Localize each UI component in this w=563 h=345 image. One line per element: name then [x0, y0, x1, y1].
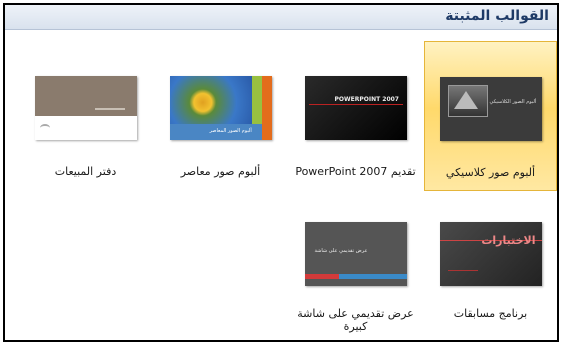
section-header: القوالب المثبتة: [5, 5, 557, 30]
thumb-text: الاختبارات: [481, 234, 536, 247]
template-widescreen-presentation[interactable]: عرض تقديمي على شاشة عرض تقديمي على شاشة …: [289, 207, 422, 340]
thumb-text: POWERPOINT 2007: [334, 96, 399, 103]
template-caption: ألبوم صور معاصر: [180, 165, 261, 178]
section-title: القوالب المثبتة: [445, 8, 549, 24]
thumb-text: ألبوم الصور المعاصر: [209, 128, 252, 134]
template-caption: تقديم PowerPoint 2007: [295, 165, 416, 178]
template-powerpoint-2007[interactable]: POWERPOINT 2007 تقديم PowerPoint 2007: [289, 41, 422, 191]
template-caption: دفتر المبيعات: [54, 165, 117, 178]
thumb-text: ألبوم الصور الكلاسيكي: [489, 99, 537, 105]
template-caption: عرض تقديمي على شاشة كبيرة: [297, 307, 414, 333]
template-thumbnail: الاختبارات: [439, 222, 542, 286]
template-thumbnail: ألبوم الصور الكلاسيكي: [439, 77, 542, 141]
template-contemporary-photo-album[interactable]: ألبوم الصور المعاصر ألبوم صور معاصر: [154, 41, 287, 191]
template-grid: ألبوم الصور الكلاسيكي ألبوم صور كلاسيكي …: [5, 29, 557, 340]
template-thumbnail: [34, 76, 137, 140]
thumb-text: عرض تقديمي على شاشة: [314, 248, 368, 254]
installed-templates-panel: القوالب المثبتة ألبوم الصور الكلاسيكي أل…: [3, 3, 559, 342]
template-caption: برنامج مسابقات: [453, 307, 528, 320]
template-caption: ألبوم صور كلاسيكي: [445, 166, 536, 179]
template-thumbnail: عرض تقديمي على شاشة: [304, 222, 407, 286]
template-classic-photo-album[interactable]: ألبوم الصور الكلاسيكي ألبوم صور كلاسيكي: [424, 41, 557, 191]
template-sales-notebook[interactable]: دفتر المبيعات: [19, 41, 152, 191]
template-quiz-show[interactable]: الاختبارات برنامج مسابقات: [424, 207, 557, 340]
template-thumbnail: ألبوم الصور المعاصر: [169, 76, 272, 140]
template-thumbnail: POWERPOINT 2007: [304, 76, 407, 140]
